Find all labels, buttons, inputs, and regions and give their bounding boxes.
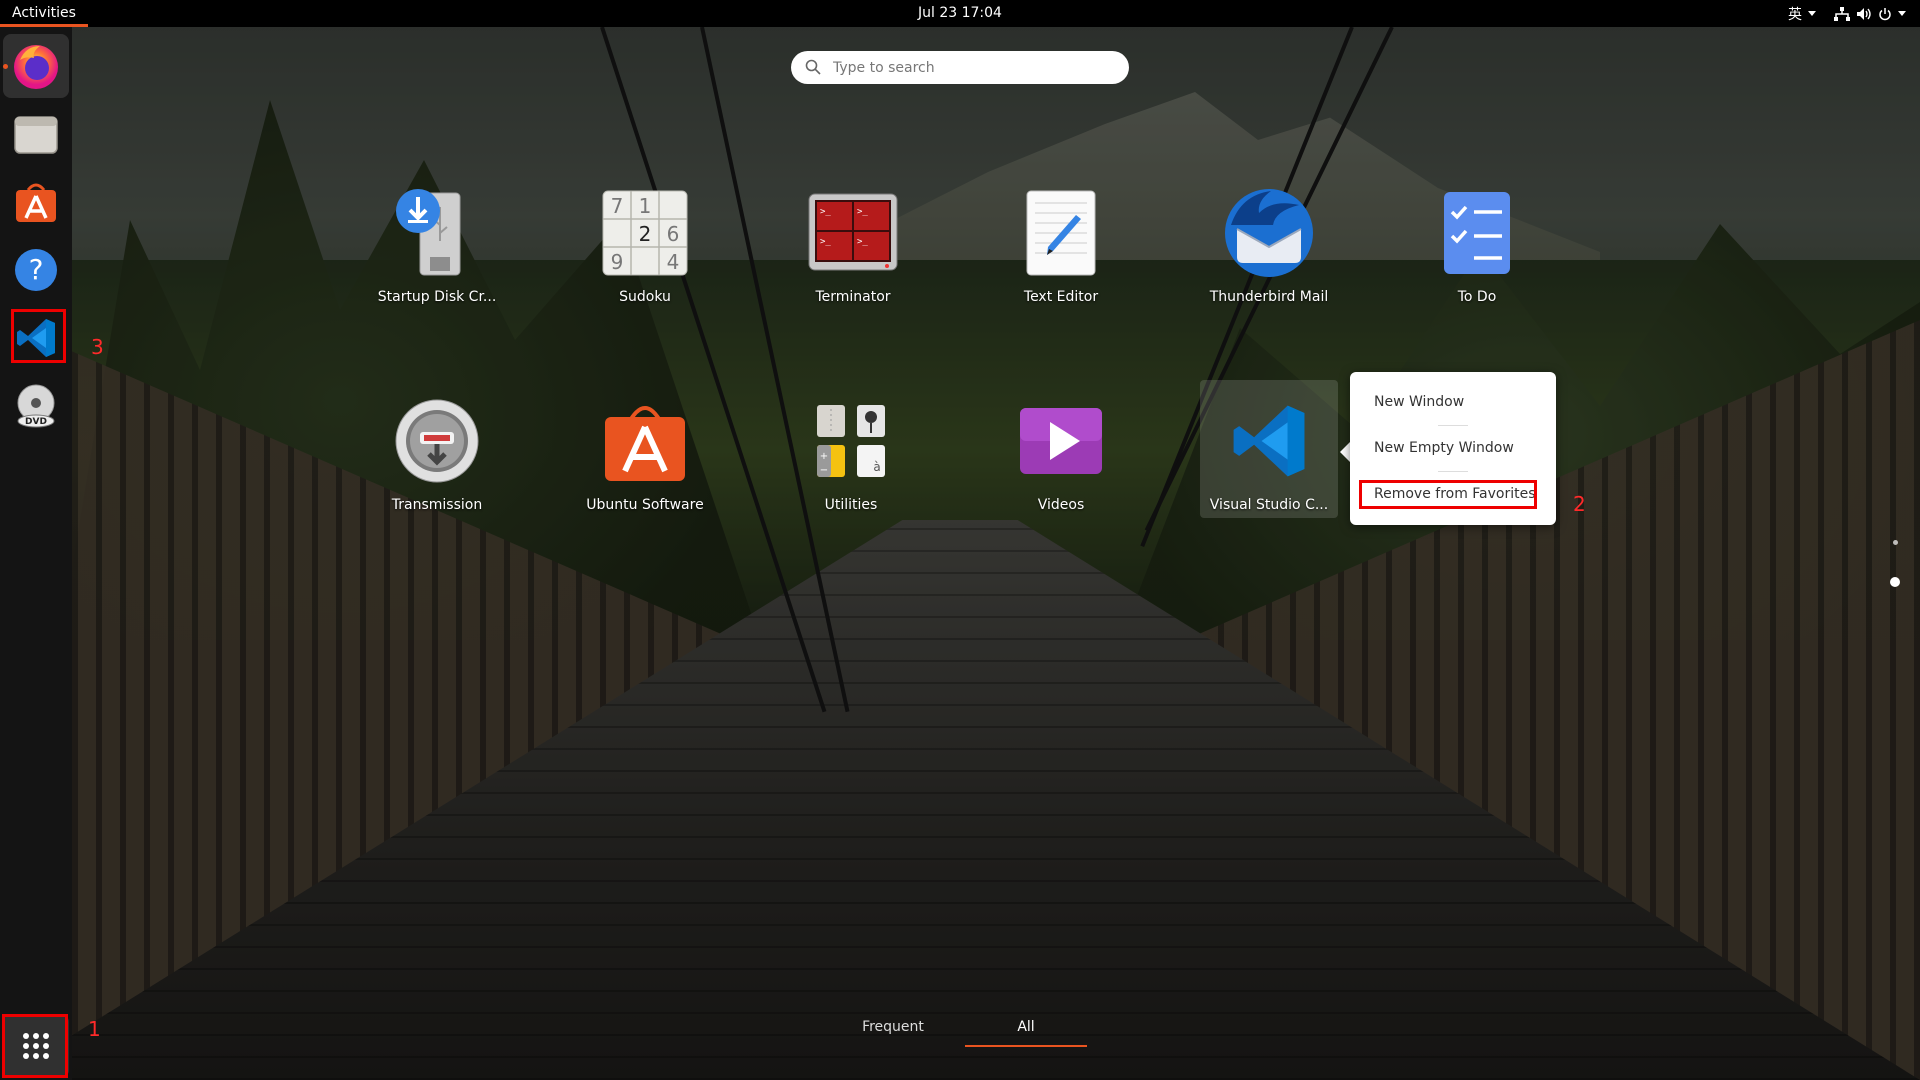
app-label: Transmission xyxy=(391,497,483,513)
usb-disk-icon xyxy=(396,189,461,276)
top-bar: Activities Jul 23 17:04 英 xyxy=(0,0,1920,27)
search-box[interactable] xyxy=(791,51,1129,84)
active-tab-indicator xyxy=(965,1045,1087,1047)
svg-text:>_: >_ xyxy=(820,207,831,217)
svg-text:>_: >_ xyxy=(857,207,868,217)
sudoku-icon: 71 6 9 4 2 xyxy=(602,190,688,276)
app-label: Videos xyxy=(1037,497,1085,513)
tab-all[interactable]: All xyxy=(985,1019,1067,1035)
app-label: Utilities xyxy=(824,497,878,513)
running-indicator xyxy=(3,64,8,69)
menu-separator xyxy=(1438,471,1468,472)
page-indicator-dot[interactable] xyxy=(1893,540,1898,545)
firefox-icon xyxy=(14,45,58,89)
page-indicator-dot-active[interactable] xyxy=(1890,577,1900,587)
svg-text:6: 6 xyxy=(667,222,680,246)
thunderbird-icon xyxy=(1225,189,1313,277)
dvd-icon: DVD xyxy=(17,384,55,428)
clock[interactable]: Jul 23 17:04 xyxy=(0,0,1920,26)
app-transmission[interactable]: Transmission xyxy=(347,393,527,513)
app-thunderbird-mail[interactable]: Thunderbird Mail xyxy=(1179,185,1359,305)
app-view-tabs: Frequent All xyxy=(0,1019,1920,1059)
svg-text:9: 9 xyxy=(611,250,624,274)
system-menu[interactable] xyxy=(1834,6,1906,21)
highlight-box-remove-favorites xyxy=(1359,480,1537,509)
power-icon xyxy=(1879,7,1891,20)
files-icon xyxy=(14,116,58,154)
volume-icon xyxy=(1857,7,1871,20)
tab-frequent[interactable]: Frequent xyxy=(850,1019,936,1035)
search-input[interactable] xyxy=(831,58,1115,77)
dock-item-dvd[interactable]: DVD xyxy=(3,374,69,438)
dock-item-files[interactable] xyxy=(3,102,69,166)
svg-text:7: 7 xyxy=(611,194,624,218)
annotation-number: 3 xyxy=(91,335,104,359)
app-label: Sudoku xyxy=(619,289,671,305)
app-videos[interactable]: Videos xyxy=(971,393,1151,513)
app-terminator[interactable]: >_ >_ >_ >_ Terminator xyxy=(763,185,943,305)
videos-icon xyxy=(1020,408,1102,474)
dock-item-help[interactable]: ? xyxy=(3,238,69,302)
app-label: Ubuntu Software xyxy=(586,497,704,513)
app-label: Terminator xyxy=(815,289,891,305)
svg-text:−: − xyxy=(820,465,828,476)
svg-text:2: 2 xyxy=(639,222,652,246)
menu-item-new-window[interactable]: New Window xyxy=(1374,394,1464,410)
desktop-wallpaper xyxy=(0,0,1920,1080)
input-method-menu[interactable]: 英 xyxy=(1788,4,1816,24)
text-editor-icon xyxy=(1026,190,1096,276)
system-tray: 英 xyxy=(1788,0,1906,27)
app-label: Visual Studio C... xyxy=(1209,497,1329,513)
todo-icon xyxy=(1444,192,1510,274)
annotation-number: 2 xyxy=(1573,492,1586,516)
svg-text:DVD: DVD xyxy=(25,417,47,427)
svg-text:4: 4 xyxy=(667,250,680,274)
menu-separator xyxy=(1438,425,1468,426)
app-utilities-folder[interactable]: + − à Utilities xyxy=(761,393,941,513)
vscode-icon xyxy=(1233,405,1305,477)
app-label: Startup Disk Cr... xyxy=(377,289,497,305)
context-menu-pointer xyxy=(1340,442,1350,462)
ubuntu-software-icon xyxy=(605,406,685,481)
svg-text:+: + xyxy=(820,451,828,462)
chevron-down-icon xyxy=(1898,11,1906,16)
svg-text:à: à xyxy=(873,460,880,474)
dock-item-firefox[interactable] xyxy=(3,34,69,98)
utilities-folder-icon: + − à xyxy=(817,405,885,477)
app-label: Text Editor xyxy=(1023,289,1099,305)
transmission-icon xyxy=(395,399,479,483)
app-label: Thunderbird Mail xyxy=(1209,289,1329,305)
ubuntu-software-icon xyxy=(16,183,56,222)
app-startup-disk-creator[interactable]: Startup Disk Cr... xyxy=(347,185,527,305)
context-menu: New Window New Empty Window Remove from … xyxy=(1350,372,1556,525)
terminator-icon: >_ >_ >_ >_ xyxy=(808,193,898,271)
network-icon xyxy=(1834,6,1850,21)
svg-text:?: ? xyxy=(29,253,44,286)
app-text-editor[interactable]: Text Editor xyxy=(971,185,1151,305)
app-label: To Do xyxy=(1457,289,1497,305)
menu-item-new-empty-window[interactable]: New Empty Window xyxy=(1374,440,1514,456)
svg-text:>_: >_ xyxy=(857,237,868,247)
app-ubuntu-software[interactable]: Ubuntu Software xyxy=(555,393,735,513)
highlight-box-vscode-dock xyxy=(11,309,66,363)
svg-text:1: 1 xyxy=(639,194,652,218)
help-icon: ? xyxy=(15,249,57,291)
dock-item-ubuntu-software[interactable] xyxy=(3,170,69,234)
app-to-do[interactable]: To Do xyxy=(1387,185,1567,305)
search-icon xyxy=(805,59,821,75)
input-method-label: 英 xyxy=(1788,6,1802,23)
app-sudoku[interactable]: 71 6 9 4 2 Sudoku xyxy=(555,185,735,305)
app-visual-studio-code[interactable]: Visual Studio C... xyxy=(1179,393,1359,513)
dock: ? DVD xyxy=(0,27,72,1080)
svg-text:>_: >_ xyxy=(820,237,831,247)
chevron-down-icon xyxy=(1808,11,1816,16)
